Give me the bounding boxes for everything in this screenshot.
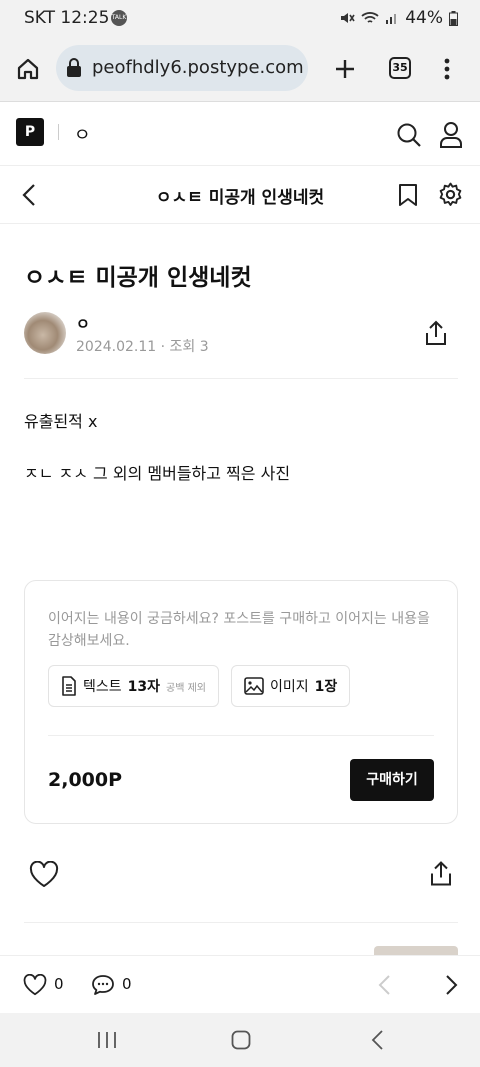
like-count: 0 [54,975,64,993]
gear-icon[interactable] [438,182,463,207]
address-url: peofhdly6.postype.com [92,57,304,78]
battery-percent: 44% [405,8,443,28]
image-icon [244,677,264,695]
post-title: ㅇㅅㅌ 미공개 인생네컷 [24,265,252,291]
paywall-card: 이어지는 내용이 궁금하세요? 포스트를 구매하고 이어지는 내용을 감상해보세… [24,580,458,824]
lock-icon [67,58,81,77]
site-header: P ㅇ [0,102,480,166]
divider [24,922,458,923]
chevron-left-icon[interactable] [377,974,391,996]
more-vert-icon[interactable] [443,57,451,81]
user-icon[interactable] [439,121,463,148]
chevron-right-icon[interactable] [445,974,459,996]
plus-icon[interactable] [333,57,357,81]
heart-icon[interactable] [29,861,59,888]
status-time: SKT 12:25 [24,8,110,28]
author-name[interactable]: ㅇ [76,313,90,334]
post-paragraph: ㅈㄴ ㅈㅅ 그 외의 멤버들하고 찍은 사진 [24,464,291,483]
card-divider [48,735,434,736]
post-meta: 2024.02.11 · 조회 3 [76,336,209,356]
image-count-chip: 이미지 1장 [231,665,351,707]
postype-logo[interactable]: P [16,118,44,146]
text-length-chip: 텍스트 13자 공백 제외 [48,665,219,707]
mute-icon [341,13,355,23]
paywall-notice: 이어지는 내용이 궁금하세요? 포스트를 구매하고 이어지는 내용을 감상해보세… [48,611,430,649]
recents-icon[interactable] [97,1031,117,1049]
wifi-icon [361,12,379,23]
price: 2,000P [48,769,123,791]
address-bar[interactable]: peofhdly6.postype.com [56,45,308,91]
home-circle-icon[interactable] [231,1030,251,1050]
home-icon[interactable] [16,57,40,81]
status-right: 44% [339,8,458,28]
document-icon [62,676,76,696]
comment-icon[interactable] [91,974,115,996]
battery-icon [449,10,458,26]
post-views: · 조회 3 [160,339,209,355]
bottom-action-bar: 0 0 [0,955,480,1013]
status-bar: SKT 12:25 TALK 44% [0,0,480,36]
post-date: 2024.02.11 [76,339,157,355]
divider [24,378,458,379]
post-navbar: ㅇㅅㅌ 미공개 인생네컷 [0,166,480,224]
system-back-icon[interactable] [370,1029,384,1051]
share-icon[interactable] [430,860,452,887]
bookmark-icon[interactable] [398,183,418,207]
text-chip-count: 13자 [127,679,161,695]
tab-count-button[interactable]: 35 [389,57,411,79]
image-chip-label: 이미지 [270,679,309,695]
buy-button[interactable]: 구매하기 [350,759,434,801]
header-separator [58,124,59,140]
share-icon[interactable] [425,320,447,346]
heart-icon[interactable] [23,974,47,996]
author-avatar[interactable] [24,312,66,354]
system-navigation-bar [0,1013,480,1067]
image-chip-count: 1장 [314,679,338,695]
text-chip-note: 공백 제외 [166,682,206,694]
comment-count: 0 [122,975,132,993]
text-chip-label: 텍스트 [83,679,122,695]
talk-notification-icon: TALK [111,10,127,26]
post-paragraph: 유출된적 x [24,412,98,431]
signal-icon [386,14,397,24]
browser-toolbar: peofhdly6.postype.com 35 [0,36,480,102]
blog-name[interactable]: ㅇ [74,121,91,147]
search-icon[interactable] [396,122,422,148]
